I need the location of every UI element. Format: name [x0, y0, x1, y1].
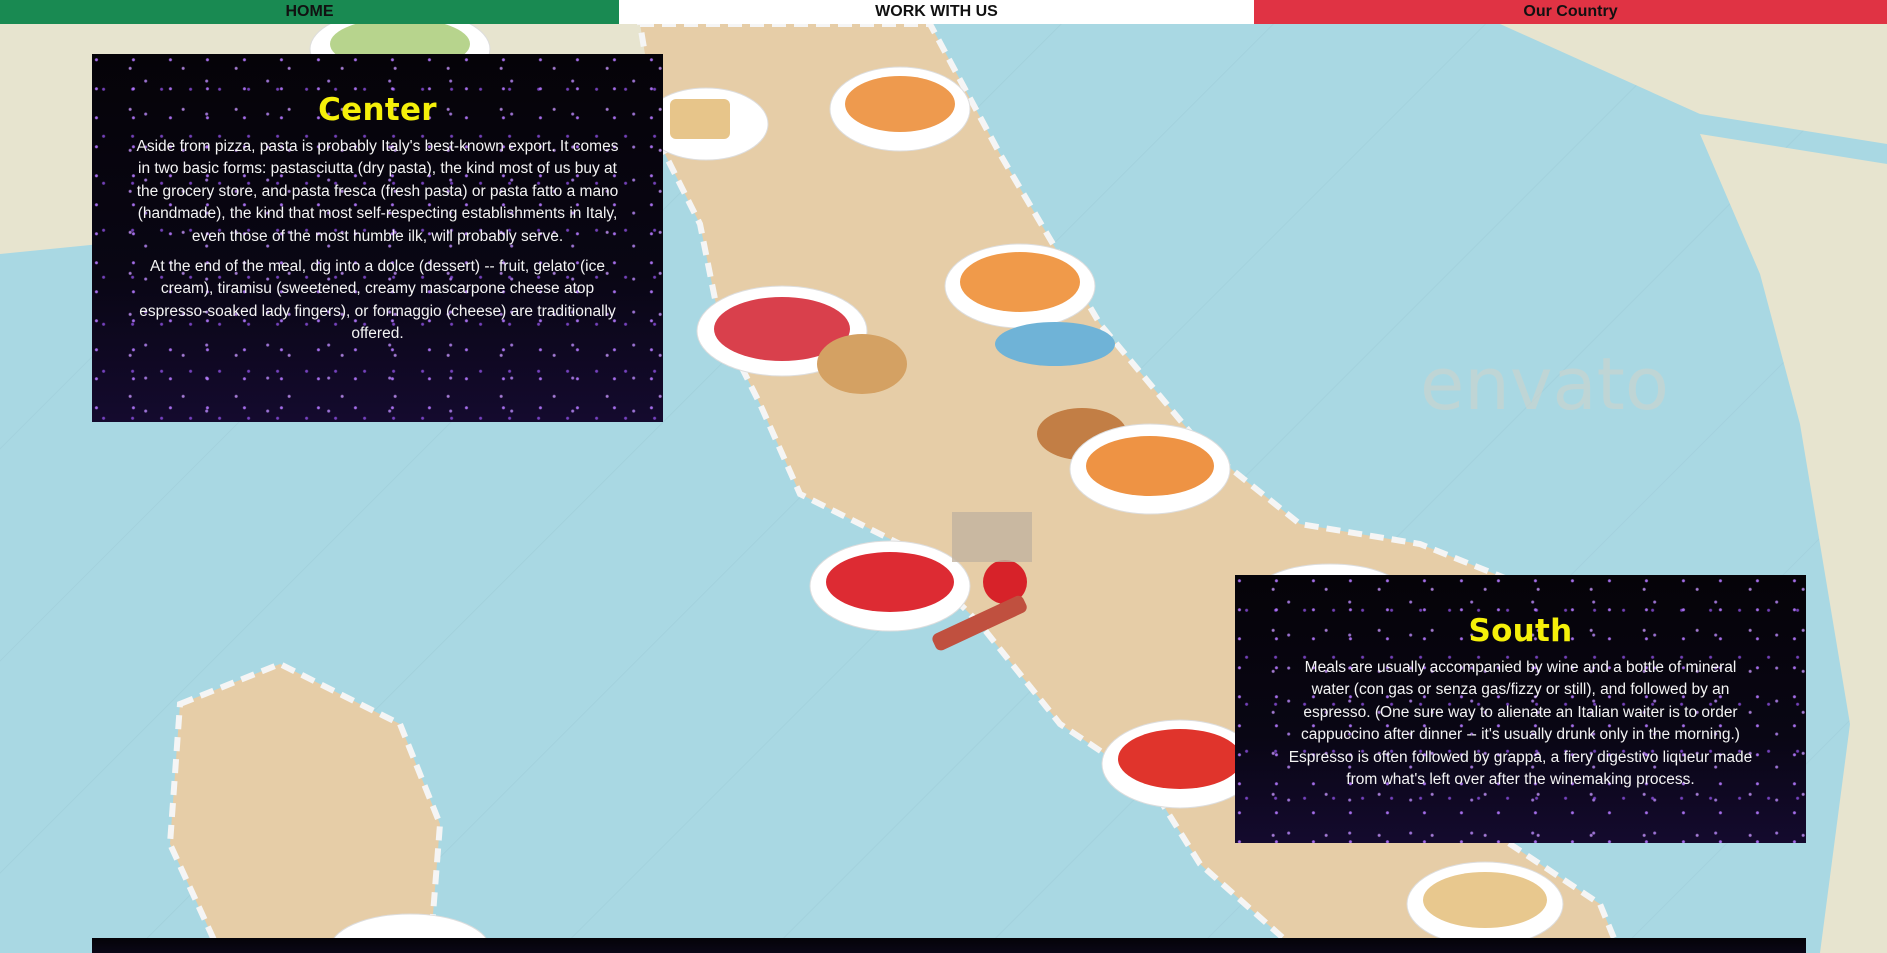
plate-food — [1086, 436, 1214, 496]
fish — [995, 322, 1115, 366]
plate-food — [845, 76, 955, 132]
nav-our-country-link[interactable]: Our Country — [1254, 0, 1887, 24]
plate-food — [960, 252, 1080, 312]
bread — [817, 334, 907, 394]
envato-watermark: envato — [1420, 342, 1669, 426]
next-panel-top-edge — [92, 938, 1806, 953]
nav-home-link[interactable]: HOME — [0, 0, 619, 24]
center-paragraph-2: At the end of the meal, dig into a dolce… — [139, 258, 616, 343]
center-title: Center — [318, 92, 437, 128]
plate-food — [1423, 872, 1547, 928]
south-paragraph-1: Meals are usually accompanied by wine an… — [1288, 659, 1753, 789]
lasagna — [670, 99, 730, 139]
top-nav: HOME WORK WITH US Our Country — [0, 0, 1887, 24]
plate-food — [1118, 729, 1242, 789]
center-paragraph-1: Aside from pizza, pasta is probably Ital… — [136, 138, 619, 245]
south-title: South — [1468, 613, 1573, 649]
south-region-panel: South Meals are usually accompanied by w… — [1235, 575, 1806, 843]
building — [952, 512, 1032, 562]
center-region-panel: Center Aside from pizza, pasta is probab… — [92, 54, 663, 422]
plate-food — [826, 552, 954, 612]
nav-work-with-us-link[interactable]: WORK WITH US — [619, 0, 1254, 24]
